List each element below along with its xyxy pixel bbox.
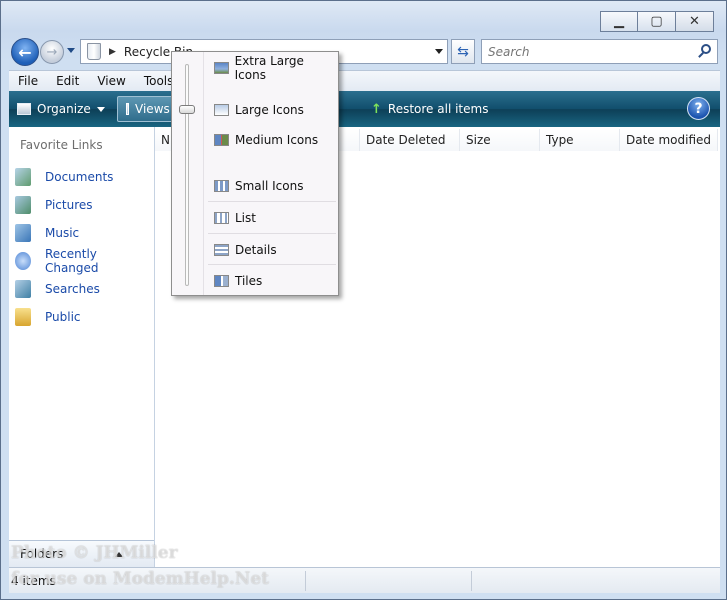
organize-button[interactable]: Organize [9,96,113,122]
nav-item-public[interactable]: Public [15,303,154,331]
views-button[interactable]: Views [116,96,179,122]
nav-item-documents[interactable]: Documents [15,163,154,191]
maximize-icon: ▢ [650,14,663,29]
restore-all-items-button[interactable]: ↑ Restore all items [363,96,496,122]
column-date-deleted[interactable]: Date Deleted [360,129,460,151]
view-item-label: Details [235,243,277,257]
folders-label: Folders [20,547,64,561]
recent-pages-dropdown-icon[interactable] [67,48,75,53]
help-button[interactable]: ? [687,97,710,120]
close-button[interactable]: ✕ [676,11,714,32]
column-date-modified[interactable]: Date modified [620,129,718,151]
back-button[interactable]: ← [11,38,39,66]
refresh-icon: ⇆ [457,43,469,60]
view-item-label: List [235,211,256,225]
view-extra-large-icons[interactable]: Extra Large Icons [206,54,336,82]
nav-item-music[interactable]: Music [15,219,154,247]
maximize-button[interactable]: ▢ [638,11,676,32]
views-slider-track[interactable] [185,64,189,286]
refresh-button[interactable]: ⇆ [451,39,475,64]
status-pane-divider [471,571,472,591]
nav-item-label: Searches [45,282,100,296]
nav-item-pictures[interactable]: Pictures [15,191,154,219]
minimize-icon: ▁ [614,14,624,29]
view-list[interactable]: List [206,206,336,230]
status-bar: 4 items [9,567,720,593]
searches-icon [15,280,31,298]
organize-icon [17,103,31,115]
details-view-icon [214,244,229,256]
view-small-icons[interactable]: Small Icons [206,174,336,198]
nav-item-label: Public [45,310,81,324]
public-folder-icon [15,308,31,326]
menu-view[interactable]: View [88,74,134,88]
breadcrumb-separator-icon[interactable]: ▶ [109,47,116,57]
organize-dropdown-icon [96,106,105,112]
command-bar: Organize Views ↑ Restore all items ? [9,91,720,127]
search-input[interactable] [488,44,688,59]
column-type[interactable]: Type [540,129,620,151]
folders-toggle[interactable]: Folders [9,540,154,567]
nav-item-label: Music [45,226,80,240]
column-size[interactable]: Size [460,129,540,151]
view-item-label: Tiles [235,274,263,288]
view-item-label: Large Icons [235,103,304,117]
view-item-label: Extra Large Icons [234,54,304,82]
menu-separator [208,233,336,234]
medium-icons-icon [214,134,229,146]
small-icons-icon [214,180,229,192]
views-label: Views [135,102,170,116]
window-controls: ▁ ▢ ✕ [600,11,714,32]
nav-item-label: Documents [45,170,114,184]
views-icon [125,103,130,115]
list-view-icon [214,212,229,224]
nav-item-recently-changed[interactable]: Recently Changed [15,247,154,275]
menu-separator [208,201,336,202]
large-icons-icon [214,104,229,116]
organize-label: Organize [37,102,91,116]
explorer-window: ▁ ▢ ✕ ← → ▶ Recycle Bin ⇆ File Edit View… [0,0,727,600]
navigation-pane: Favorite Links Documents Pictures Music … [9,127,155,567]
view-details[interactable]: Details [206,238,336,262]
minimize-button[interactable]: ▁ [600,11,638,32]
nav-item-label: Pictures [45,198,93,212]
forward-button[interactable]: → [40,40,64,64]
nav-item-label: Recently Changed [44,247,99,275]
menu-separator [208,264,336,265]
documents-icon [15,168,31,186]
music-icon [15,224,31,242]
menu-bar: File Edit View Tools [9,70,720,91]
restore-arrow-icon: ↑ [371,101,382,117]
help-icon: ? [694,100,703,117]
menu-file[interactable]: File [9,74,47,88]
status-pane-divider [305,571,306,591]
close-icon: ✕ [689,14,700,29]
address-dropdown-icon[interactable] [435,49,443,54]
pictures-icon [15,196,31,214]
view-item-label: Medium Icons [235,133,319,147]
view-tiles[interactable]: Tiles [206,269,336,293]
tiles-view-icon [214,275,229,287]
views-menu: Extra Large Icons Large Icons Medium Ico… [171,51,339,296]
view-medium-icons[interactable]: Medium Icons [206,128,336,152]
views-slider-thumb[interactable] [179,105,195,114]
search-icon[interactable] [701,44,711,54]
nav-item-searches[interactable]: Searches [15,275,154,303]
extra-large-icons-icon [214,62,229,74]
item-count: 4 items [11,573,56,588]
favorite-links-list: Documents Pictures Music Recently Change… [15,163,154,331]
favorite-links-header: Favorite Links [20,138,103,152]
menu-edit[interactable]: Edit [47,74,88,88]
chevron-up-icon [115,551,124,557]
search-box [481,39,718,64]
view-large-icons[interactable]: Large Icons [206,98,336,122]
recycle-bin-icon [87,43,101,60]
back-arrow-icon: ← [18,42,32,62]
recently-changed-icon [15,252,31,270]
view-item-label: Small Icons [235,179,304,193]
forward-arrow-icon: → [46,44,58,60]
restore-label: Restore all items [387,102,489,116]
